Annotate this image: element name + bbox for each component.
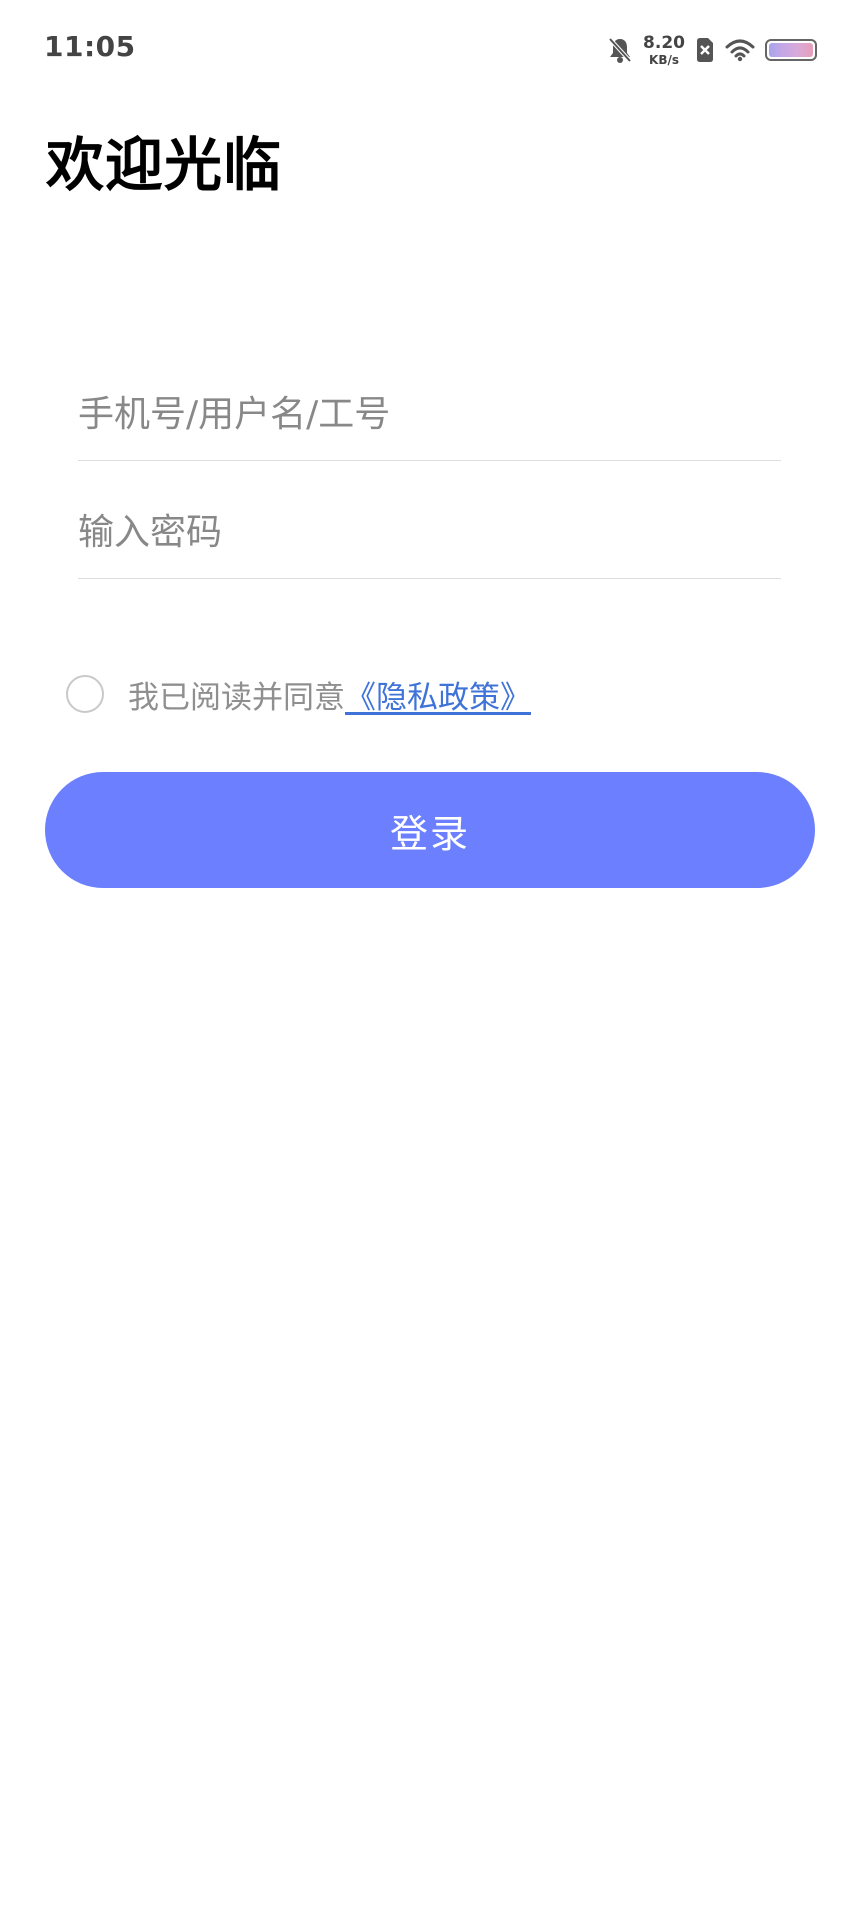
agreement-row: 我已阅读并同意 《隐私政策》 <box>66 672 531 716</box>
page-title: 欢迎光临 <box>46 131 283 199</box>
net-speed: 8.20 KB/s <box>643 32 685 67</box>
wifi-icon <box>725 38 755 62</box>
agreement-text: 我已阅读并同意 <box>128 679 345 716</box>
battery-level <box>769 43 813 57</box>
sim-x-icon <box>695 37 715 63</box>
username-field <box>78 368 781 461</box>
agreement-checkbox[interactable] <box>66 675 104 713</box>
privacy-policy-link[interactable]: 《隐私政策》 <box>345 672 531 717</box>
password-input[interactable] <box>78 486 781 578</box>
login-button[interactable]: 登录 <box>45 772 815 888</box>
status-time: 11:05 <box>44 30 136 63</box>
password-field <box>78 486 781 579</box>
bell-off-icon <box>607 36 633 64</box>
status-icons: 8.20 KB/s <box>607 32 817 68</box>
battery-icon <box>765 39 817 61</box>
net-speed-value: 8.20 <box>643 32 685 53</box>
username-input[interactable] <box>78 368 781 460</box>
status-bar: 11:05 8.20 KB/s <box>0 0 861 100</box>
net-speed-unit: KB/s <box>649 52 680 67</box>
